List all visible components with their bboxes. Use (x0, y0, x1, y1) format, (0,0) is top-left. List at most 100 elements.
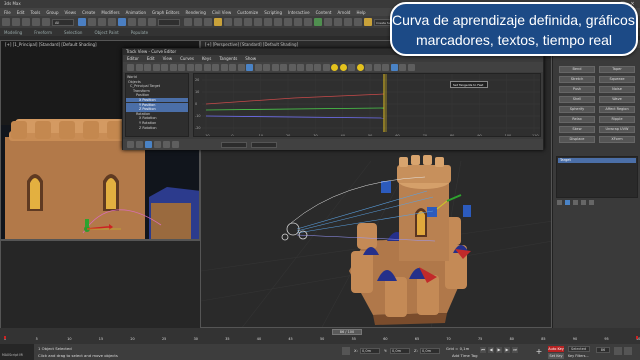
normalize-curves-icon[interactable] (356, 63, 364, 71)
lock-selection-icon[interactable] (342, 347, 350, 355)
modifier-button[interactable]: Shell (559, 96, 595, 103)
menu-item[interactable]: Group (46, 10, 58, 15)
track-bar[interactable]: 0510152025303540455055606570758085909510… (4, 336, 640, 343)
snap-frames-icon[interactable] (203, 63, 211, 71)
lock-tangents-icon[interactable] (348, 63, 355, 71)
select-and-scale-icon[interactable] (138, 18, 146, 26)
select-and-move-icon[interactable] (118, 18, 126, 26)
curve-filter-icon[interactable] (373, 63, 381, 71)
curve-editor-menu-item[interactable]: Edit (147, 56, 155, 61)
render-setup-icon[interactable] (344, 18, 352, 26)
set-tangents-auto-icon[interactable] (263, 63, 270, 71)
menu-item[interactable]: Animation (126, 10, 146, 15)
keyboard-shortcut-icon[interactable] (204, 18, 212, 26)
tree-item[interactable]: Z Rotation (126, 126, 188, 130)
toggle-layer-explorer-icon[interactable] (294, 18, 302, 26)
modifier-button[interactable]: Bend (559, 66, 595, 73)
key-selection-dropdown[interactable]: Selected (568, 346, 590, 352)
modifier-button[interactable]: Noise (599, 86, 635, 93)
menu-item[interactable]: Civil View (212, 10, 231, 15)
retime-all-icon[interactable] (407, 63, 415, 71)
percent-snap-icon[interactable] (234, 18, 242, 26)
curve-graph[interactable]: 20 10 0 -10 -20 -10 0 10 20 30 40 50 60 70 80 90 100 110 (193, 73, 541, 137)
modifier-button[interactable]: Stretch (559, 76, 595, 83)
current-frame-field[interactable]: 86 (596, 347, 610, 353)
frame-value-icon[interactable] (154, 141, 161, 148)
menu-item[interactable]: Edit (17, 10, 25, 15)
render-production-icon[interactable] (364, 18, 372, 26)
remove-modifier-icon[interactable] (581, 200, 586, 205)
x-coordinate-field[interactable]: 0,0m (360, 348, 380, 354)
viewport-label[interactable]: [+] [Perspective] [Standard] [Default Sh… (205, 42, 298, 47)
modifier-button[interactable]: Push (559, 86, 595, 93)
key-mode-icon[interactable] (382, 63, 389, 71)
curve-editor-menu-item[interactable]: Tangents (219, 56, 237, 61)
snaps-toggle-icon[interactable] (214, 18, 222, 26)
schematic-view-icon[interactable] (324, 18, 332, 26)
show-end-result-icon[interactable] (565, 200, 570, 205)
zoom-icon[interactable] (136, 141, 143, 148)
key-filters-button[interactable]: Key Filters... (568, 354, 589, 358)
show-tangents-icon[interactable] (339, 63, 347, 71)
set-tangents-slow-icon[interactable] (288, 63, 296, 71)
ribbon-tab[interactable]: Freeform (34, 30, 52, 35)
curve-editor-menu-item[interactable]: Show (245, 56, 256, 61)
undo-icon[interactable] (2, 18, 10, 26)
menu-item[interactable]: Tools (30, 10, 40, 15)
zoom-region-icon[interactable] (163, 141, 170, 148)
set-tangents-smooth-icon[interactable] (314, 63, 321, 71)
modifier-button[interactable]: Skew (559, 126, 595, 133)
angle-snap-icon[interactable] (224, 18, 232, 26)
modifier-button[interactable]: Squeeze (599, 76, 635, 83)
window-crossing-icon[interactable] (108, 18, 116, 26)
menu-item[interactable]: Content (316, 10, 332, 15)
scale-keys-icon[interactable] (152, 63, 160, 71)
scale-values-icon[interactable] (161, 63, 168, 71)
select-manipulate-icon[interactable] (194, 18, 202, 26)
select-and-place-icon[interactable] (148, 18, 156, 26)
add-key-icon[interactable]: + (534, 347, 544, 357)
unlink-icon[interactable] (32, 18, 40, 26)
menu-item[interactable]: Customize (237, 10, 258, 15)
pan-icon[interactable] (127, 141, 134, 148)
set-tangents-step-icon[interactable] (297, 63, 304, 71)
slide-keys-icon[interactable] (144, 63, 151, 71)
set-key-button[interactable]: Set Key (548, 353, 564, 359)
key-marker[interactable] (636, 336, 638, 339)
maxscript-listener[interactable]: MAXScript Mi (0, 344, 34, 360)
material-editor-icon[interactable] (334, 18, 342, 26)
menu-item[interactable]: Graph Editors (152, 10, 179, 15)
set-tangents-fast-icon[interactable] (280, 63, 287, 71)
isolate-curve-icon[interactable] (172, 141, 179, 148)
track-view-utilities-icon[interactable] (365, 63, 372, 71)
pivot-center-icon[interactable] (184, 18, 192, 26)
time-slider-handle[interactable]: 86 / 100 (332, 329, 362, 335)
set-tangents-spline-icon[interactable] (271, 63, 279, 71)
retime-icon[interactable] (399, 63, 406, 71)
menu-item[interactable]: Arnold (337, 10, 350, 15)
configure-modifier-sets-icon[interactable] (589, 200, 594, 205)
spinner-snap-icon[interactable] (244, 18, 252, 26)
modifier-button[interactable]: Affect Region (599, 106, 635, 113)
unify-tangents-icon[interactable] (331, 63, 338, 71)
ribbon-tab[interactable]: Populate (131, 30, 148, 35)
menu-item[interactable]: Rendering (186, 10, 206, 15)
rectangular-selection-icon[interactable] (98, 18, 106, 26)
stack-item-target[interactable]: Target (558, 158, 636, 163)
pin-stack-icon[interactable] (557, 200, 562, 205)
modifier-button[interactable]: Spherify (559, 106, 595, 113)
link-icon[interactable] (22, 18, 30, 26)
toggle-ribbon-icon[interactable] (304, 18, 312, 26)
modifier-button[interactable]: Wave (599, 96, 635, 103)
z-coordinate-field[interactable]: 0,0m (420, 348, 440, 354)
auto-key-button[interactable]: Auto Key (548, 346, 564, 352)
select-object-icon[interactable] (78, 18, 86, 26)
menu-item[interactable]: Views (65, 10, 77, 15)
controller-tree[interactable]: World Objects C_Principal Target Transform P… (125, 73, 189, 137)
goto-start-icon[interactable]: ⏮ (480, 347, 486, 353)
menu-item[interactable]: File (4, 10, 11, 15)
ribbon-tab[interactable]: Modeling (4, 30, 22, 35)
zoom-extents-icon[interactable] (624, 347, 632, 355)
mirror-icon[interactable] (264, 18, 272, 26)
reference-coordinate-dropdown[interactable] (158, 18, 180, 26)
